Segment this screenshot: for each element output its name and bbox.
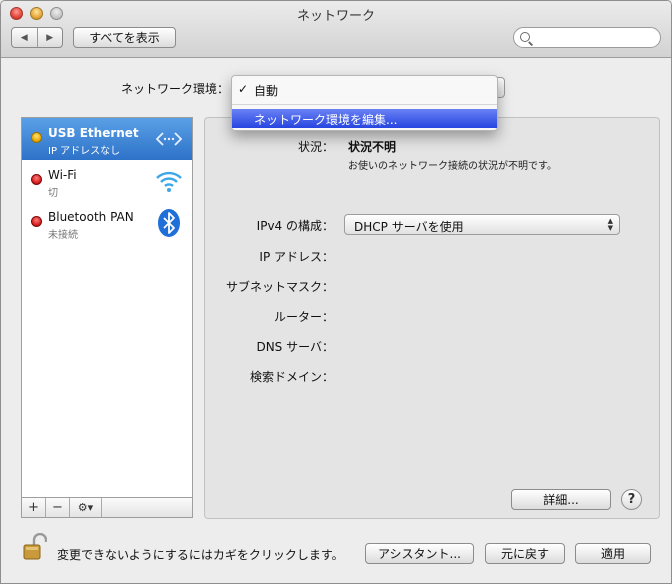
service-name: Wi-Fi — [48, 168, 77, 182]
router-label: ルーター： — [273, 310, 334, 324]
dns-server-label: DNS サーバ： — [256, 340, 334, 354]
updown-arrows-icon: ▲ ▼ — [607, 217, 613, 232]
status-dot-red — [31, 216, 42, 227]
bluetooth-icon — [158, 209, 180, 237]
remove-service-button[interactable]: − — [46, 498, 70, 517]
detail-panel — [204, 117, 660, 519]
ipv4-config-select[interactable]: DHCP サーバを使用 ▲ ▼ — [344, 214, 620, 235]
apply-button[interactable]: 適用 — [575, 543, 651, 564]
search-input[interactable] — [534, 30, 654, 45]
titlebar: ネットワーク ◀ ▶ すべてを表示 — [1, 1, 671, 58]
forward-button[interactable]: ▶ — [38, 28, 63, 47]
back-button[interactable]: ◀ — [12, 28, 38, 47]
ipv4-config-label: IPv4 の構成： — [256, 219, 334, 233]
ip-address-label: IP アドレス： — [259, 250, 334, 264]
service-list-toolbar: + − ⚙▾ — [21, 498, 193, 518]
checkmark-icon: ✓ — [238, 82, 249, 96]
back-forward-control: ◀ ▶ — [11, 27, 63, 48]
subnet-mask-label: サブネットマスク： — [225, 280, 334, 294]
location-dropdown-menu: ✓ 自動 ネットワーク環境を編集... — [231, 75, 498, 131]
revert-button[interactable]: 元に戻す — [485, 543, 565, 564]
assistant-button[interactable]: アシスタント... — [365, 543, 474, 564]
service-list: USB Ethernet IP アドレスなし Wi-Fi 切 Bluetooth… — [21, 117, 193, 498]
menu-item-label: ネットワーク環境を編集... — [254, 113, 398, 127]
service-name: USB Ethernet — [48, 126, 139, 140]
service-status: 切 — [48, 188, 58, 199]
search-icon — [520, 32, 530, 42]
status-description: お使いのネットワーク接続の状況が不明です。 — [348, 161, 557, 172]
service-item-wifi[interactable]: Wi-Fi 切 — [22, 160, 192, 202]
menu-item-edit-locations[interactable]: ネットワーク環境を編集... — [232, 109, 497, 128]
service-status: IP アドレスなし — [48, 146, 121, 157]
status-value: 状況不明 — [348, 140, 397, 154]
status-dot-red — [31, 174, 42, 185]
service-status: 未接続 — [48, 230, 78, 241]
service-item-bluetooth-pan[interactable]: Bluetooth PAN 未接続 — [22, 202, 192, 244]
ipv4-config-value: DHCP サーバを使用 — [354, 220, 464, 234]
service-item-usb-ethernet[interactable]: USB Ethernet IP アドレスなし — [22, 118, 192, 160]
help-button[interactable]: ? — [621, 489, 642, 510]
lock-message: 変更できないようにするにはカギをクリックします。 — [57, 548, 344, 562]
network-preferences-window: ネットワーク ◀ ▶ すべてを表示 ネットワーク環境： USB Ethernet… — [0, 0, 672, 584]
add-service-button[interactable]: + — [22, 498, 46, 517]
service-name: Bluetooth PAN — [48, 210, 134, 224]
advanced-button[interactable]: 詳細... — [511, 489, 611, 510]
menu-item-automatic[interactable]: ✓ 自動 — [232, 80, 497, 99]
gear-menu-button[interactable]: ⚙▾ — [70, 498, 102, 517]
status-dot-yellow — [31, 132, 42, 143]
show-all-button[interactable]: すべてを表示 — [73, 27, 176, 48]
ethernet-arrows-icon — [155, 132, 183, 146]
status-label: 状況： — [297, 140, 334, 154]
window-title: ネットワーク — [296, 9, 375, 24]
menu-separator — [232, 104, 497, 105]
location-label: ネットワーク環境： — [121, 82, 230, 96]
search-domains-label: 検索ドメイン： — [249, 370, 334, 384]
search-field[interactable] — [513, 27, 661, 48]
lock-icon[interactable] — [23, 533, 47, 561]
wifi-icon — [156, 171, 182, 192]
menu-item-label: 自動 — [254, 84, 279, 98]
